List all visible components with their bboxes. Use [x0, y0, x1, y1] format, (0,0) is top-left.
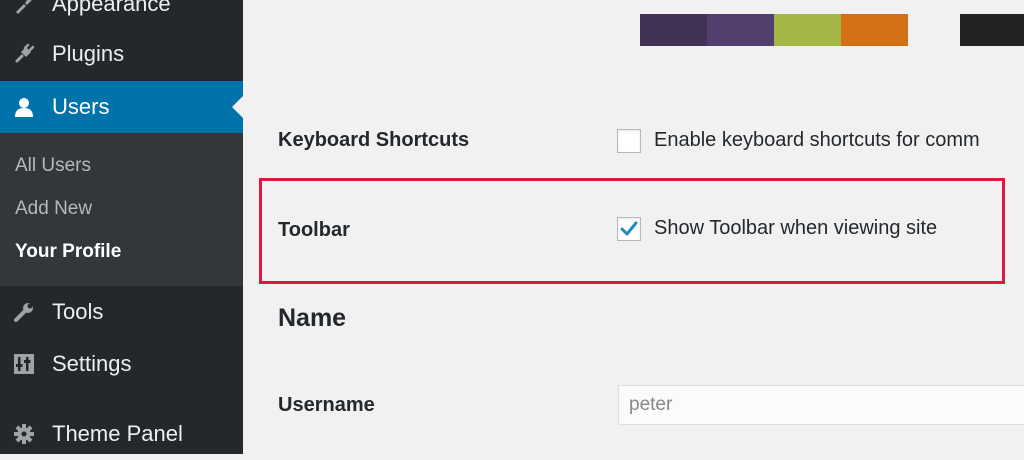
- sidebar-item-label: Users: [52, 94, 110, 119]
- sidebar-item-label: Theme Panel: [52, 421, 183, 446]
- color-swatch: [774, 14, 841, 46]
- user-icon: [12, 95, 36, 119]
- sidebar-item-settings[interactable]: Settings: [0, 338, 243, 390]
- plug-icon: [12, 42, 36, 66]
- sidebar-item-users[interactable]: Users: [0, 81, 243, 133]
- name-section-heading: Name: [278, 304, 347, 332]
- settings-icon: [12, 352, 36, 376]
- sidebar-item-plugins[interactable]: Plugins: [0, 28, 243, 80]
- color-scheme-swatches[interactable]: [640, 14, 908, 46]
- toolbar-label: Toolbar: [278, 219, 350, 241]
- username-label: Username: [278, 394, 375, 416]
- username-input[interactable]: peter: [618, 385, 1024, 425]
- sidebar-item-label: Settings: [52, 351, 132, 376]
- sidebar-item-theme-panel[interactable]: Theme Panel: [0, 408, 243, 460]
- keyboard-shortcuts-checkbox[interactable]: [617, 129, 641, 153]
- keyboard-shortcuts-label: Keyboard Shortcuts: [278, 129, 470, 151]
- paintbrush-icon: [12, 0, 36, 16]
- wrench-icon: [12, 300, 36, 324]
- keyboard-shortcuts-checkbox-label[interactable]: Enable keyboard shortcuts for comm: [654, 129, 980, 152]
- submenu-item-your-profile[interactable]: Your Profile: [15, 241, 121, 263]
- color-swatch: [707, 14, 774, 46]
- sidebar-item-tools[interactable]: Tools: [0, 286, 243, 338]
- toolbar-checkbox[interactable]: [617, 217, 641, 241]
- submenu-item-add-new[interactable]: Add New: [15, 198, 92, 220]
- gear-icon: [12, 422, 36, 446]
- sidebar-item-label: Appearance: [52, 0, 171, 16]
- color-swatch: [841, 14, 908, 46]
- checkmark-icon: [620, 221, 638, 236]
- toolbar-checkbox-label[interactable]: Show Toolbar when viewing site: [654, 217, 937, 240]
- color-swatch: [640, 14, 707, 46]
- color-scheme-swatch-next[interactable]: [960, 14, 1024, 46]
- submenu-item-all-users[interactable]: All Users: [15, 155, 91, 177]
- sidebar-item-label: Tools: [52, 299, 104, 324]
- sidebar-item-label: Plugins: [52, 41, 125, 66]
- sidebar-item-appearance[interactable]: Appearance: [0, 0, 243, 30]
- users-submenu: All Users Add New Your Profile: [0, 133, 243, 286]
- admin-sidebar: Appearance Plugins Users All Users Add N…: [0, 0, 243, 454]
